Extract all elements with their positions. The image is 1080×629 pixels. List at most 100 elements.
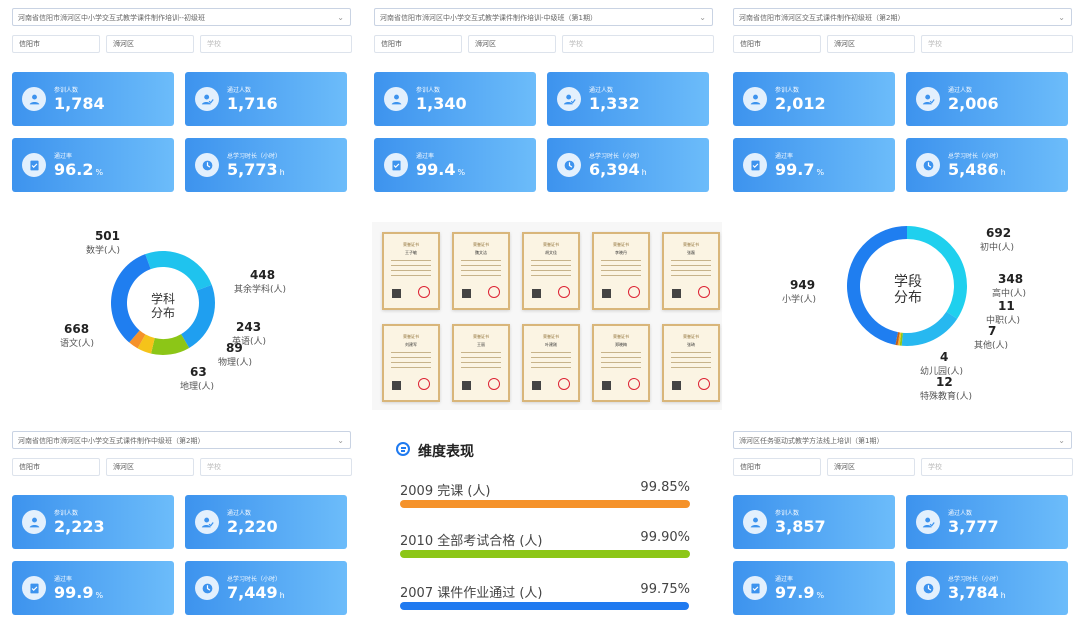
user-icon — [22, 510, 46, 534]
course-panel-5: 浉河区任务驱动式教学方法线上培训（第1期） ⌄ 信阳市 浉河区 学校参训人数 3,857 通… — [733, 431, 1074, 621]
card-value: 2,220 — [227, 517, 280, 536]
certificate-title: 荣誉证书 — [683, 242, 699, 247]
district-filter[interactable]: 浉河区 — [106, 458, 194, 476]
card-value: 99.4% — [416, 160, 465, 179]
card-label: 参训人数 — [775, 510, 800, 517]
card-unit: % — [95, 168, 104, 177]
certificate-name: 胡文佳 — [545, 250, 557, 255]
study-hours-card: 总学习时长（小时） 5,486 h — [906, 138, 1068, 192]
qr-code-icon — [532, 381, 541, 390]
pass-rate-card: 通过率 99.7% — [733, 138, 895, 192]
dimension-label: 2007 课件作业通过 (人) — [400, 586, 543, 601]
card-number: 3,777 — [948, 517, 999, 536]
course-select[interactable]: 河南省信阳市浉河区交互式课件制作初级班（第2期） ⌄ — [733, 8, 1072, 26]
course-select[interactable]: 浉河区任务驱动式教学方法线上培训（第1期） ⌄ — [733, 431, 1072, 449]
certificate-title: 荣誉证书 — [473, 334, 489, 339]
card-value: 99.9% — [54, 583, 103, 602]
course-select[interactable]: 河南省信阳市浉河区中小学交互式教学课件制作培训-中级班（第1期） ⌄ — [374, 8, 713, 26]
dimension-percent: 99.90% — [640, 530, 690, 545]
city-filter[interactable]: 信阳市 — [733, 35, 821, 53]
card-label: 总学习时长（小时） — [227, 153, 282, 160]
card-number: 3,857 — [775, 517, 826, 536]
card-unit: h — [279, 168, 285, 177]
school-filter-placeholder: 学校 — [928, 463, 942, 471]
city-filter[interactable]: 信阳市 — [733, 458, 821, 476]
card-number: 1,340 — [416, 94, 467, 113]
card-value: 6,394 h — [589, 160, 647, 179]
pass-rate-card: 通过率 97.9% — [733, 561, 895, 615]
clipboard-icon — [743, 576, 767, 600]
course-select[interactable]: 河南省信阳市浉河区中小学交互式课件制作中级班（第2期） ⌄ — [12, 431, 351, 449]
clipboard-icon — [743, 153, 767, 177]
card-number: 96.2 — [54, 160, 94, 179]
user-check-icon — [557, 87, 581, 111]
card-value: 2,006 — [948, 94, 1001, 113]
course-select-value: 河南省信阳市浉河区交互式课件制作初级班（第2期） — [739, 14, 905, 22]
seal-stamp-icon — [558, 378, 570, 390]
card-label: 参训人数 — [54, 87, 79, 94]
card-unit: % — [95, 591, 104, 600]
user-icon — [743, 87, 767, 111]
donut2-center-line1: 学段 — [894, 274, 922, 290]
school-filter[interactable]: 学校 — [921, 35, 1073, 53]
dimension-bar — [400, 500, 690, 508]
certificate-gallery: 荣誉证书 王子敏 荣誉证书 魏文洁 荣誉证书 胡文佳 荣誉证书 李晓丹 荣誉证书 张磊 荣誉证书 刘建… — [372, 222, 722, 410]
card-value: 1,716 — [227, 94, 280, 113]
certificate-title: 荣誉证书 — [403, 334, 419, 339]
chevron-down-icon: ⌄ — [699, 13, 706, 22]
certificate: 荣誉证书 张琦 — [662, 324, 720, 402]
card-number: 99.7 — [775, 160, 815, 179]
certificate-name: 郑晓梅 — [615, 342, 627, 347]
school-filter-placeholder: 学校 — [207, 463, 221, 471]
donut2-label-senior: 348 高中(人) — [992, 272, 1027, 299]
clock-icon — [195, 576, 219, 600]
certificate-name: 李晓丹 — [615, 250, 627, 255]
seal-stamp-icon — [628, 378, 640, 390]
qr-code-icon — [392, 289, 401, 298]
certificate: 荣誉证书 胡文佳 — [522, 232, 580, 310]
dimension-percent: 99.85% — [640, 480, 690, 495]
pass-rate-card: 通过率 96.2% — [12, 138, 174, 192]
qr-code-icon — [602, 381, 611, 390]
qr-code-icon — [532, 289, 541, 298]
course-panel-4: 河南省信阳市浉河区中小学交互式课件制作中级班（第2期） ⌄ 信阳市 浉河区 学校参训人数… — [12, 431, 353, 621]
card-label: 通过人数 — [948, 87, 973, 94]
card-number: 3,784 — [948, 583, 999, 602]
chevron-down-icon: ⌄ — [337, 13, 344, 22]
school-filter[interactable]: 学校 — [562, 35, 714, 53]
course-select[interactable]: 河南省信阳市浉河区中小学交互式教学课件制作培训--初级班 ⌄ — [12, 8, 351, 26]
card-label: 总学习时长（小时） — [948, 153, 1003, 160]
passed-card: 通过人数 2,006 — [906, 72, 1068, 126]
passed-card: 通过人数 1,716 — [185, 72, 347, 126]
district-filter[interactable]: 浉河区 — [827, 35, 915, 53]
city-filter[interactable]: 信阳市 — [374, 35, 462, 53]
district-filter[interactable]: 浉河区 — [106, 35, 194, 53]
district-filter[interactable]: 浉河区 — [827, 458, 915, 476]
city-filter[interactable]: 信阳市 — [12, 458, 100, 476]
donut2-label-kindergarten: 4 幼儿园(人) — [920, 350, 964, 377]
certificate: 荣誉证书 王丽 — [452, 324, 510, 402]
card-value: 5,486 h — [948, 160, 1006, 179]
school-filter[interactable]: 学校 — [921, 458, 1073, 476]
user-check-icon — [195, 510, 219, 534]
city-filter[interactable]: 信阳市 — [12, 35, 100, 53]
user-check-icon — [916, 87, 940, 111]
school-filter[interactable]: 学校 — [200, 458, 352, 476]
seal-stamp-icon — [418, 378, 430, 390]
donut1-label-math: 501 数学(人) — [85, 229, 120, 256]
certificate: 荣誉证书 张磊 — [662, 232, 720, 310]
pass-rate-card: 通过率 99.9% — [12, 561, 174, 615]
certificate-name: 魏文洁 — [475, 250, 487, 255]
study-hours-card: 总学习时长（小时） 7,449 h — [185, 561, 347, 615]
donut1-label-geo: 63 地理(人) — [180, 365, 215, 392]
school-filter[interactable]: 学校 — [200, 35, 352, 53]
card-value: 5,773 h — [227, 160, 285, 179]
card-label: 总学习时长（小时） — [948, 576, 1003, 583]
donut2-label-other: 7 其他(人) — [974, 324, 1009, 351]
card-label: 参训人数 — [54, 510, 79, 517]
card-number: 99.4 — [416, 160, 456, 179]
card-label: 参训人数 — [416, 87, 441, 94]
district-filter[interactable]: 浉河区 — [468, 35, 556, 53]
card-value: 2,012 — [775, 94, 828, 113]
card-value: 96.2% — [54, 160, 103, 179]
